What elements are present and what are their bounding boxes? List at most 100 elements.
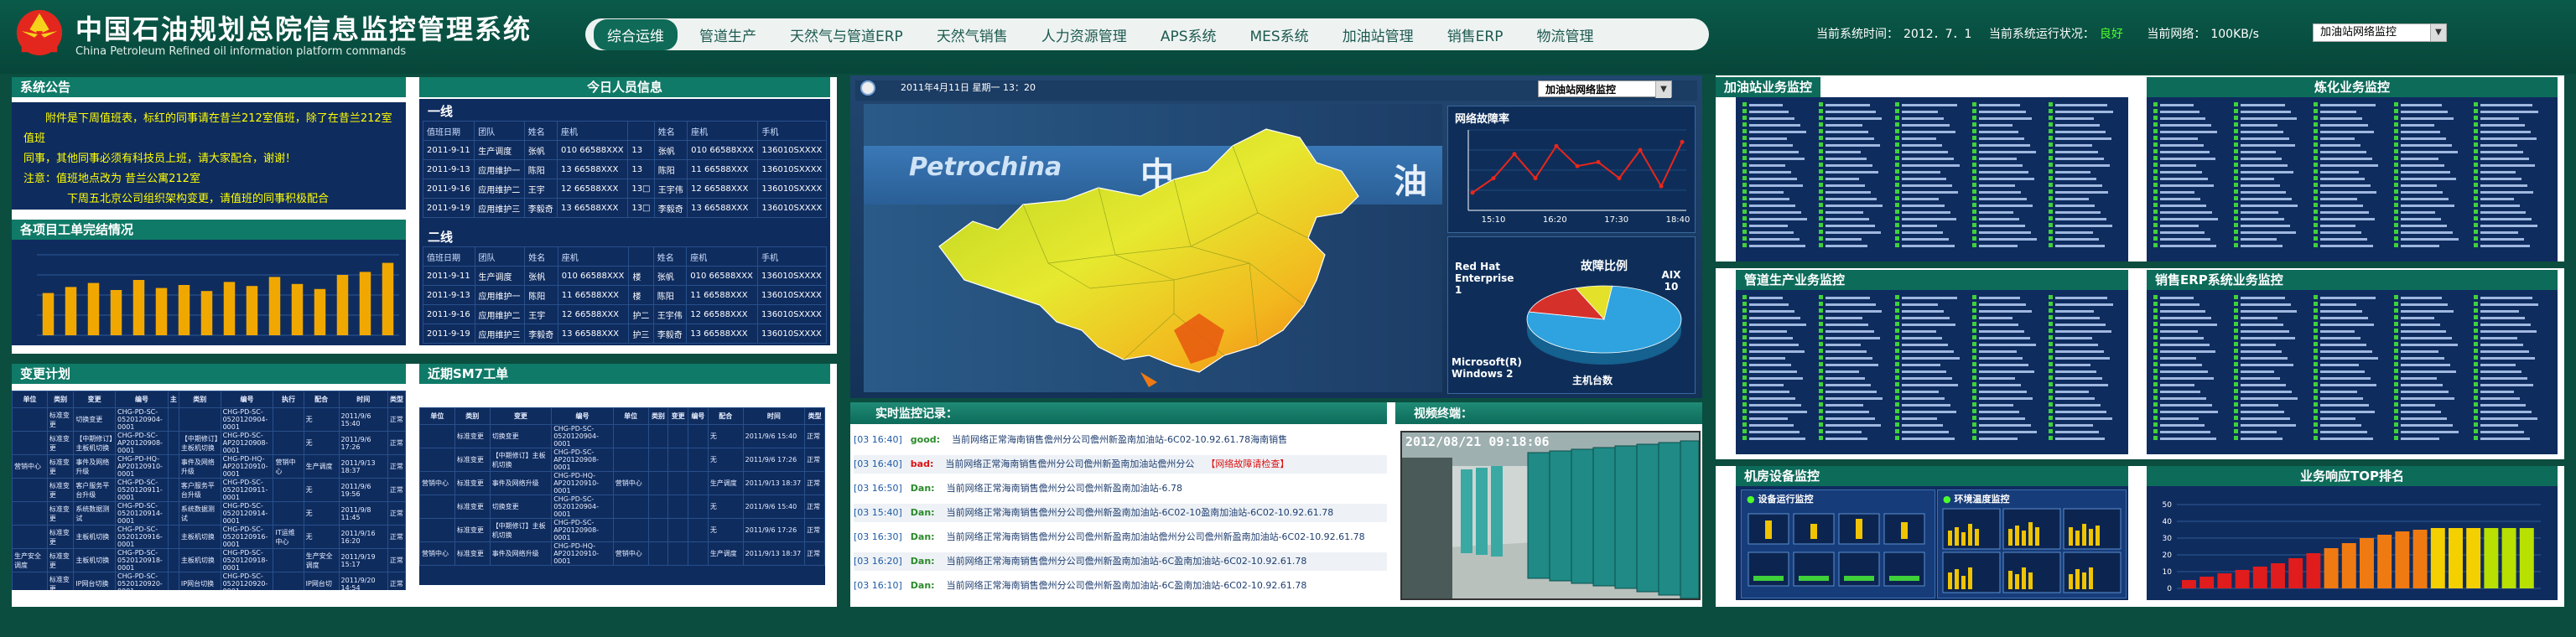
status-item[interactable]: [2474, 163, 2538, 169]
china-map[interactable]: [922, 121, 1426, 389]
status-item[interactable]: [2474, 223, 2538, 230]
status-item[interactable]: [1895, 109, 1960, 116]
status-item[interactable]: [1971, 322, 2037, 329]
status-item[interactable]: [2048, 183, 2113, 189]
status-item[interactable]: [2233, 136, 2298, 142]
status-item[interactable]: [2048, 129, 2113, 136]
status-item[interactable]: [1819, 315, 1883, 322]
status-item[interactable]: [2233, 315, 2298, 322]
status-item[interactable]: [1742, 342, 1807, 349]
status-item[interactable]: [1971, 136, 2037, 142]
log-row[interactable]: [03 16:50] Dan: 当前网络正常海南销售儋州分公司儋州新盈南加油站-6.…: [854, 479, 1387, 498]
status-item[interactable]: [2314, 436, 2378, 443]
status-item[interactable]: [2233, 163, 2298, 169]
status-item[interactable]: [2048, 122, 2113, 129]
status-item[interactable]: [1971, 149, 2037, 156]
status-item[interactable]: [1971, 382, 2037, 389]
status-item[interactable]: [2233, 203, 2298, 210]
status-item[interactable]: [2393, 149, 2459, 156]
status-item[interactable]: [1819, 136, 1883, 142]
nav-tab-hr[interactable]: 人力资源管理: [1041, 24, 1127, 45]
status-item[interactable]: [2153, 136, 2218, 142]
status-item[interactable]: [2153, 236, 2218, 243]
status-item[interactable]: [1971, 116, 2037, 122]
status-item[interactable]: [2314, 369, 2378, 375]
status-item[interactable]: [2233, 102, 2298, 109]
status-item[interactable]: [2153, 109, 2218, 116]
status-item[interactable]: [1895, 183, 1960, 189]
status-item[interactable]: [1819, 163, 1883, 169]
status-item[interactable]: [2314, 422, 2378, 429]
status-item[interactable]: [1742, 335, 1807, 342]
status-item[interactable]: [1895, 329, 1960, 335]
status-item[interactable]: [1895, 416, 1960, 422]
status-item[interactable]: [1895, 169, 1960, 176]
status-item[interactable]: [2474, 362, 2538, 369]
status-item[interactable]: [1819, 429, 1883, 436]
status-item[interactable]: [1971, 409, 2037, 416]
status-item[interactable]: [1971, 122, 2037, 129]
status-item[interactable]: [2314, 116, 2378, 122]
status-item[interactable]: [2314, 362, 2378, 369]
status-item[interactable]: [1971, 163, 2037, 169]
status-item[interactable]: [2314, 409, 2378, 416]
status-item[interactable]: [2393, 402, 2459, 409]
status-item[interactable]: [2233, 230, 2298, 236]
status-item[interactable]: [1971, 189, 2037, 196]
status-item[interactable]: [1742, 142, 1807, 149]
status-item[interactable]: [1742, 163, 1807, 169]
status-item[interactable]: [1895, 402, 1960, 409]
status-item[interactable]: [2048, 163, 2113, 169]
status-item[interactable]: [1819, 355, 1883, 362]
status-item[interactable]: [2314, 416, 2378, 422]
status-item[interactable]: [2393, 302, 2459, 308]
status-item[interactable]: [2314, 189, 2378, 196]
nav-tab-aps[interactable]: APS系统: [1161, 24, 1217, 45]
nav-tab-gas-erp[interactable]: 天然气与管道ERP: [790, 24, 903, 45]
status-item[interactable]: [1895, 315, 1960, 322]
status-item[interactable]: [1819, 389, 1883, 396]
status-item[interactable]: [2233, 322, 2298, 329]
status-item[interactable]: [1895, 436, 1960, 443]
status-item[interactable]: [2474, 149, 2538, 156]
status-item[interactable]: [1742, 322, 1807, 329]
status-item[interactable]: [1742, 189, 1807, 196]
status-item[interactable]: [1971, 335, 2037, 342]
status-item[interactable]: [2393, 315, 2459, 322]
status-item[interactable]: [2153, 122, 2218, 129]
status-item[interactable]: [2474, 156, 2538, 163]
status-item[interactable]: [2393, 189, 2459, 196]
log-row[interactable]: [03 16:10] Dan: 当前网络正常海南销售儋州分公司儋州新盈南加油站-6C…: [854, 577, 1387, 595]
status-item[interactable]: [2233, 196, 2298, 203]
status-item[interactable]: [2474, 176, 2538, 183]
status-item[interactable]: [2153, 335, 2218, 342]
status-item[interactable]: [2233, 436, 2298, 443]
status-item[interactable]: [2048, 216, 2113, 223]
status-item[interactable]: [2048, 176, 2113, 183]
status-item[interactable]: [2153, 216, 2218, 223]
status-item[interactable]: [1819, 142, 1883, 149]
status-item[interactable]: [2474, 375, 2538, 382]
status-item[interactable]: [2474, 189, 2538, 196]
status-item[interactable]: [2048, 349, 2113, 355]
status-item[interactable]: [2153, 295, 2218, 302]
status-item[interactable]: [1971, 315, 2037, 322]
nav-tab-mes[interactable]: MES系统: [1249, 24, 1308, 45]
status-item[interactable]: [1895, 122, 1960, 129]
status-item[interactable]: [2233, 216, 2298, 223]
status-item[interactable]: [1742, 183, 1807, 189]
status-item[interactable]: [2474, 243, 2538, 250]
status-item[interactable]: [2393, 230, 2459, 236]
status-item[interactable]: [2393, 362, 2459, 369]
status-item[interactable]: [1819, 342, 1883, 349]
status-item[interactable]: [1742, 216, 1807, 223]
status-item[interactable]: [2048, 223, 2113, 230]
table-row[interactable]: 标准变更 切换变更 CHG-PD-SC-0520120904-0001 无 2011/9…: [419, 424, 825, 448]
table-row[interactable]: 2011-9-16 应用维护二 王宇 12 66588XXX 13□ 王宇伟 12 6658…: [422, 179, 827, 199]
status-item[interactable]: [1895, 375, 1960, 382]
status-item[interactable]: [2233, 402, 2298, 409]
status-item[interactable]: [2474, 116, 2538, 122]
table-row[interactable]: 标准变更 【中期修订】主板机切换 CHG-PD-SC-AP20120908-0001…: [419, 448, 825, 472]
status-item[interactable]: [2048, 230, 2113, 236]
status-item[interactable]: [2048, 196, 2113, 203]
